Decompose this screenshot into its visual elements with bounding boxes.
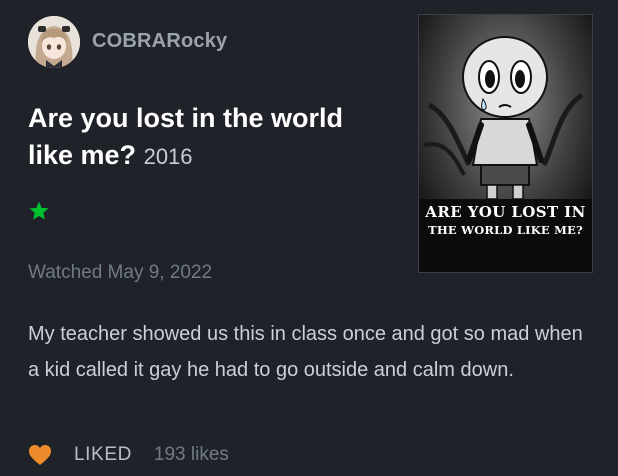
likes-count[interactable]: 193 likes [154,444,229,466]
poster-title-line-2: THE WORLD LIKE ME? [428,223,583,237]
anime-girl-avatar-icon [28,16,80,68]
heart-icon[interactable] [28,444,52,466]
user-avatar[interactable] [28,16,80,68]
like-footer: LIKED 193 likes [28,442,229,468]
watched-date: Watched May 9, 2022 [28,262,213,283]
liked-label[interactable]: LIKED [74,444,132,466]
film-year[interactable]: 2016 [144,144,193,169]
poster-title-line-1: ARE YOU LOST IN [425,203,586,221]
film-poster[interactable]: ARE YOU LOST IN THE WORLD LIKE ME? [418,14,593,273]
review-text: My teacher showed us this in class once … [28,323,583,381]
username[interactable]: COBRARocky [92,30,227,53]
review-card: COBRARocky Are you lost in the world lik… [0,0,618,476]
film-title-block: Are you lost in the world like me? 2016 [28,100,378,175]
star-icon [29,201,49,220]
